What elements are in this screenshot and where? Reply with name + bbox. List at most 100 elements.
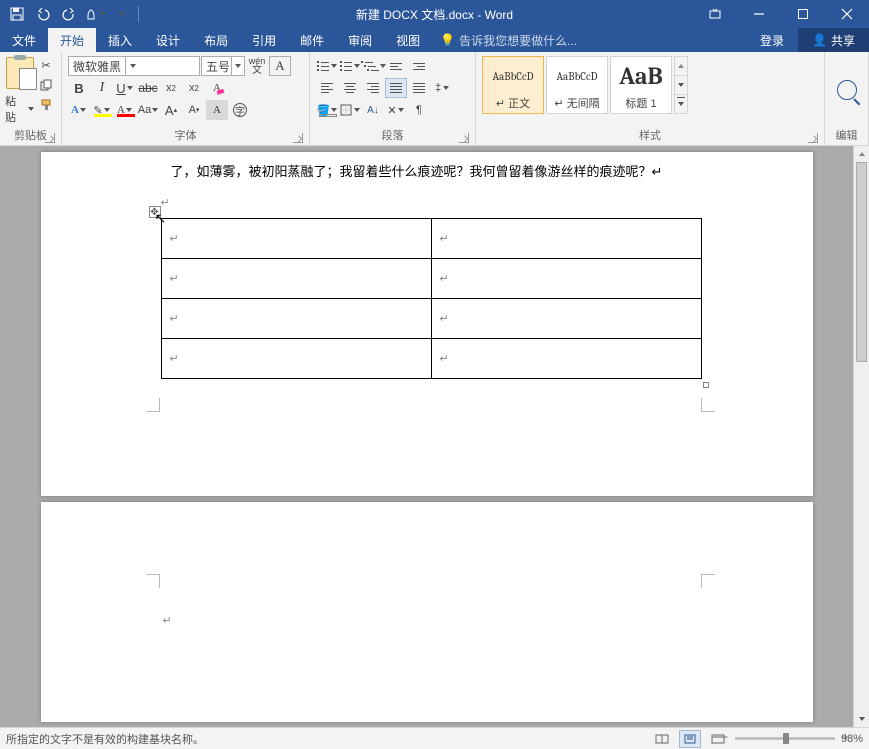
tab-file[interactable]: 文件 [0,28,48,52]
shading-icon[interactable]: 🪣 [316,100,338,120]
font-name-combo[interactable]: 微软雅黑 [68,56,200,76]
decrease-indent-icon[interactable] [385,56,407,76]
superscript-button[interactable]: x2 [183,78,205,98]
italic-button[interactable]: I [91,78,113,98]
print-layout-icon[interactable] [679,730,701,748]
close-icon[interactable] [825,0,869,28]
signin-button[interactable]: 登录 [746,28,798,52]
distribute-icon[interactable] [408,78,430,98]
table-resize-handle[interactable] [703,382,709,388]
sort-icon[interactable]: A↓ [362,100,384,120]
table-cell[interactable]: ↵ [161,339,431,379]
save-icon[interactable] [6,3,28,25]
clear-format-icon[interactable]: A [206,78,228,98]
align-left-icon[interactable] [316,78,338,98]
table-row[interactable]: ↵↵ [161,339,701,379]
change-case-icon[interactable]: Aa [137,100,159,120]
line-spacing-icon[interactable]: ‡ [431,78,453,98]
table-cell[interactable]: ↵ [161,299,431,339]
numbering-icon[interactable] [339,56,361,76]
maximize-icon[interactable] [781,0,825,28]
scroll-up-icon[interactable] [854,146,869,162]
zoom-out-icon[interactable]: − [721,730,728,744]
justify-icon[interactable] [385,78,407,98]
touch-mode-icon[interactable] [84,3,106,25]
style-nospacing[interactable]: AaBbCcD ↵ 无间隔 [546,56,608,114]
vertical-scrollbar[interactable] [853,146,869,727]
read-mode-icon[interactable] [651,730,673,748]
increase-indent-icon[interactable] [408,56,430,76]
font-size-combo[interactable]: 五号 [201,56,245,76]
table-cell[interactable]: ↵ [431,259,701,299]
strikethrough-button[interactable]: abc [137,78,159,98]
paste-button[interactable]: 粘贴 [4,54,35,126]
character-shading-icon[interactable]: A [206,100,228,120]
character-border-icon[interactable]: A [269,56,291,76]
cut-icon[interactable]: ✂ [37,56,55,74]
tab-insert[interactable]: 插入 [96,28,144,52]
table-cell[interactable]: ↵ [431,299,701,339]
bullets-icon[interactable] [316,56,338,76]
share-button[interactable]: 👤共享 [798,28,869,52]
align-center-icon[interactable] [339,78,361,98]
zoom-in-icon[interactable]: + [842,730,849,744]
align-right-icon[interactable] [362,78,384,98]
enclose-char-icon[interactable]: 字 [229,100,251,120]
styles-more-icon[interactable] [675,95,687,113]
minimize-icon[interactable] [737,0,781,28]
copy-icon[interactable] [37,76,55,94]
styles-down-icon[interactable] [675,76,687,95]
table-row[interactable]: ↵↵ [161,299,701,339]
format-painter-icon[interactable] [37,96,55,114]
text-effects-icon[interactable]: A [68,100,90,120]
tab-layout[interactable]: 布局 [192,28,240,52]
table-row[interactable]: ↵↵ [161,259,701,299]
tab-references[interactable]: 引用 [240,28,288,52]
redo-icon[interactable] [58,3,80,25]
tab-view[interactable]: 视图 [384,28,432,52]
multilevel-icon[interactable] [362,56,384,76]
page-2[interactable]: ↵ [41,502,813,722]
table-cell[interactable]: ↵ [161,219,431,259]
shrink-font-icon[interactable]: A▾ [183,100,205,120]
table-cell[interactable]: ↵ [431,339,701,379]
tell-me[interactable]: 💡告诉我您想要做什么... [432,28,585,52]
document-text[interactable]: 了，如薄雾，被初阳蒸融了；我留着些什么痕迹呢？我何曾留着像游丝样的痕迹呢？↵ [171,162,753,182]
page-1[interactable]: 了，如薄雾，被初阳蒸融了；我留着些什么痕迹呢？我何曾留着像游丝样的痕迹呢？↵ ↵… [41,152,813,496]
scroll-track[interactable] [854,162,869,711]
ribbon-options-icon[interactable] [693,0,737,28]
paragraph-launcher-icon[interactable] [459,133,469,143]
bold-button[interactable]: B [68,78,90,98]
phonetic-guide-icon[interactable]: wén文 [246,56,268,76]
qat-customize-icon[interactable] [110,3,132,25]
clipboard-launcher-icon[interactable] [45,133,55,143]
chevron-down-icon[interactable] [231,57,244,75]
grow-font-icon[interactable]: A▴ [160,100,182,120]
scroll-down-icon[interactable] [854,711,869,727]
scroll-thumb[interactable] [856,162,867,362]
style-normal[interactable]: AaBbCcD ↵ 正文 [482,56,544,114]
table-cell[interactable]: ↵ [431,219,701,259]
find-icon[interactable] [837,80,857,100]
style-heading1[interactable]: AaB 标题 1 [610,56,672,114]
document-area[interactable]: 了，如薄雾，被初阳蒸融了；我留着些什么痕迹呢？我何曾留着像游丝样的痕迹呢？↵ ↵… [0,146,853,727]
table-cell[interactable]: ↵ [161,259,431,299]
document-table[interactable]: ↵↵ ↵↵ ↵↵ ↵↵ [161,218,702,379]
tab-home[interactable]: 开始 [48,28,96,52]
zoom-knob[interactable] [783,733,789,744]
highlight-icon[interactable]: ✎ [91,100,113,120]
chevron-down-icon[interactable] [125,57,139,75]
borders-icon[interactable] [339,100,361,120]
font-launcher-icon[interactable] [293,133,303,143]
subscript-button[interactable]: x2 [160,78,182,98]
undo-icon[interactable] [32,3,54,25]
styles-up-icon[interactable] [675,57,687,76]
tab-mailings[interactable]: 邮件 [288,28,336,52]
styles-launcher-icon[interactable] [808,133,818,143]
tab-design[interactable]: 设计 [144,28,192,52]
table-row[interactable]: ↵↵ [161,219,701,259]
font-color-icon[interactable]: A [114,100,136,120]
asian-layout-icon[interactable]: ✕ [385,100,407,120]
tab-review[interactable]: 审阅 [336,28,384,52]
underline-button[interactable]: U [114,78,136,98]
